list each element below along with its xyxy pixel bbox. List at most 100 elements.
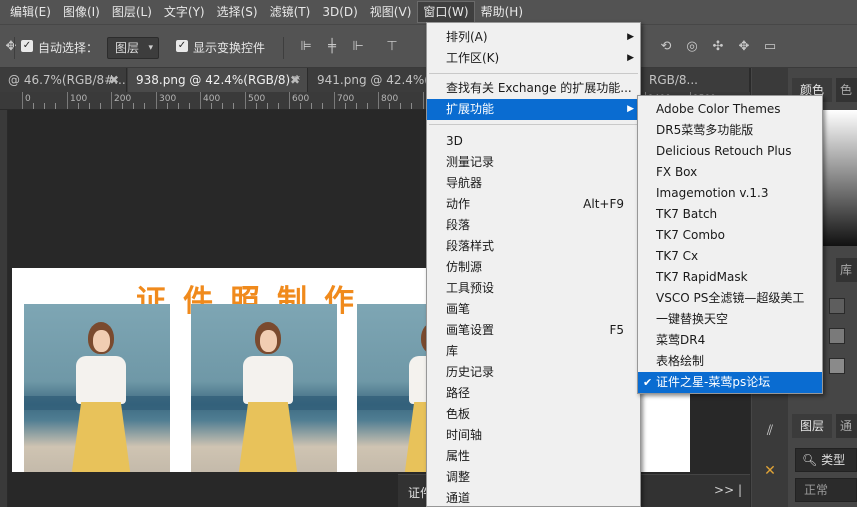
ruler-minor-tick	[89, 103, 90, 109]
align-left-icon[interactable]: ⊫	[297, 38, 315, 56]
ruler-minor-tick	[356, 103, 357, 109]
menu-item-3d[interactable]: 3D	[427, 131, 640, 152]
menu-item-paths[interactable]: 路径	[427, 383, 640, 404]
auto-select-checkbox[interactable]: ✓	[21, 40, 33, 52]
3d-slide-icon[interactable]: ✥	[735, 38, 753, 56]
layer-filter-field[interactable]: 🔍︎ 类型	[795, 448, 857, 472]
menu-layer[interactable]: 图层(L)	[106, 1, 158, 23]
menu-item-clone-source[interactable]: 仿制源	[427, 257, 640, 278]
ruler-major-tick	[200, 92, 201, 109]
menu-item-label: 测量记录	[446, 155, 495, 169]
close-icon[interactable]: ✖	[290, 68, 300, 92]
menu-item-swatches[interactable]: 色板	[427, 404, 640, 425]
extension-item[interactable]: TK7 Combo	[638, 225, 822, 246]
photo-person	[237, 322, 299, 472]
extension-item[interactable]: Adobe Color Themes	[638, 99, 822, 120]
swatch[interactable]	[829, 328, 845, 344]
ruler-minor-tick	[400, 103, 401, 109]
brush-preset-icon[interactable]: ⫽	[756, 420, 784, 442]
align-top-icon[interactable]: ⊤	[383, 38, 401, 56]
menu-3d[interactable]: 3D(D)	[316, 1, 363, 23]
extension-label: Imagemotion v.1.3	[656, 186, 769, 200]
menu-edit[interactable]: 编辑(E)	[4, 1, 57, 23]
doc-tab-active[interactable]: 938.png @ 42.4%(RGB/8) * ✖	[128, 68, 308, 92]
auto-select-label: 自动选择：	[38, 41, 99, 55]
extension-item[interactable]: 表格绘制	[638, 351, 822, 372]
color-picker-field[interactable]	[822, 110, 857, 246]
menu-image[interactable]: 图像(I)	[57, 1, 106, 23]
menu-view[interactable]: 视图(V)	[364, 1, 418, 23]
show-transform-checkbox[interactable]: ✓	[176, 40, 188, 52]
ruler-minor-tick	[122, 103, 123, 109]
menu-item-actions[interactable]: 动作 Alt+F9	[427, 194, 640, 215]
tools-icon[interactable]: ✕	[756, 460, 784, 482]
extension-item-selected[interactable]: ✔ 证件之星-菜莺ps论坛	[638, 372, 822, 393]
menu-separator	[429, 124, 638, 125]
menu-select[interactable]: 选择(S)	[211, 1, 264, 23]
menu-help[interactable]: 帮助(H)	[475, 1, 529, 23]
doc-tab[interactable]: RGB/8...	[641, 68, 750, 92]
submenu-arrow-icon: ▶	[627, 53, 634, 63]
menu-type[interactable]: 文字(Y)	[158, 1, 211, 23]
ruler-minor-tick	[55, 103, 56, 109]
move-tool-preset-icon[interactable]: ✥	[2, 38, 20, 56]
menu-item-libraries[interactable]: 库	[427, 341, 640, 362]
extension-item[interactable]: DR5菜莺多功能版	[638, 120, 822, 141]
extension-item[interactable]: TK7 Batch	[638, 204, 822, 225]
menu-item-measurement-log[interactable]: 测量记录	[427, 152, 640, 173]
ruler-minor-tick	[78, 103, 79, 109]
tab-channels[interactable]: 通	[836, 414, 857, 438]
menu-item-label: 工作区(K)	[446, 51, 500, 65]
menu-item-paragraph-styles[interactable]: 段落样式	[427, 236, 640, 257]
swatch[interactable]	[829, 298, 845, 314]
menu-item-properties[interactable]: 属性	[427, 446, 640, 467]
swatch[interactable]	[829, 358, 845, 374]
tab-library[interactable]: 库	[836, 258, 857, 282]
menu-item-navigator[interactable]: 导航器	[427, 173, 640, 194]
menu-item-brushes[interactable]: 画笔	[427, 299, 640, 320]
layer-dropdown-value: 图层	[115, 41, 140, 55]
menu-window[interactable]: 窗口(W)	[417, 1, 475, 23]
ruler-major-tick	[111, 92, 112, 109]
align-right-icon[interactable]: ⊩	[349, 38, 367, 56]
3d-roll-icon[interactable]: ◎	[683, 38, 701, 56]
menu-item-find-exchange[interactable]: 查找有关 Exchange 的扩展功能...	[427, 78, 640, 99]
extension-item[interactable]: Delicious Retouch Plus	[638, 141, 822, 162]
menu-filter[interactable]: 滤镜(T)	[264, 1, 317, 23]
menu-item-adjustments[interactable]: 调整	[427, 467, 640, 488]
menu-item-extensions[interactable]: 扩展功能 ▶	[427, 99, 640, 120]
extension-item[interactable]: TK7 RapidMask	[638, 267, 822, 288]
ruler-major-tick	[289, 92, 290, 109]
blend-mode-dropdown[interactable]: 正常	[795, 478, 857, 502]
tab-layers[interactable]: 图层	[792, 414, 833, 438]
menu-item-channels[interactable]: 通道	[427, 488, 640, 507]
panel-strip-controls[interactable]: >> |	[714, 483, 742, 497]
menu-item-brush-settings[interactable]: 画笔设置 F5	[427, 320, 640, 341]
doc-tab[interactable]: @ 46.7%(RGB/8#... ✖	[0, 68, 127, 92]
extension-item[interactable]: VSCO PS全滤镜—超级美工	[638, 288, 822, 309]
menu-item-workspace[interactable]: 工作区(K) ▶	[427, 48, 640, 69]
menu-item-timeline[interactable]: 时间轴	[427, 425, 640, 446]
doc-tab[interactable]: 941.png @ 42.4%(R	[309, 68, 427, 92]
menu-item-history[interactable]: 历史记录	[427, 362, 640, 383]
extension-item[interactable]: TK7 Cx	[638, 246, 822, 267]
layer-dropdown[interactable]: 图层 ▾	[107, 37, 159, 59]
menu-item-label: 导航器	[446, 176, 483, 190]
menu-item-tool-presets[interactable]: 工具预设	[427, 278, 640, 299]
extension-item[interactable]: FX Box	[638, 162, 822, 183]
ruler-minor-tick	[367, 103, 368, 109]
vertical-ruler[interactable]	[0, 110, 8, 507]
3d-rotate-icon[interactable]: ⟲	[657, 38, 675, 56]
menu-item-arrange[interactable]: 排列(A) ▶	[427, 27, 640, 48]
3d-camera-icon[interactable]: ▭	[761, 38, 779, 56]
ruler-major-tick	[378, 92, 379, 109]
menu-item-paragraph[interactable]: 段落	[427, 215, 640, 236]
extension-item[interactable]: 一键替换天空	[638, 309, 822, 330]
tab-color-2[interactable]: 色	[836, 78, 857, 102]
extension-item[interactable]: 菜莺DR4	[638, 330, 822, 351]
close-icon[interactable]: ✖	[109, 68, 119, 92]
3d-drag-icon[interactable]: ✣	[709, 38, 727, 56]
search-icon: 🔍︎	[802, 453, 818, 467]
align-center-icon[interactable]: ╪	[323, 38, 341, 56]
extension-item[interactable]: Imagemotion v.1.3	[638, 183, 822, 204]
